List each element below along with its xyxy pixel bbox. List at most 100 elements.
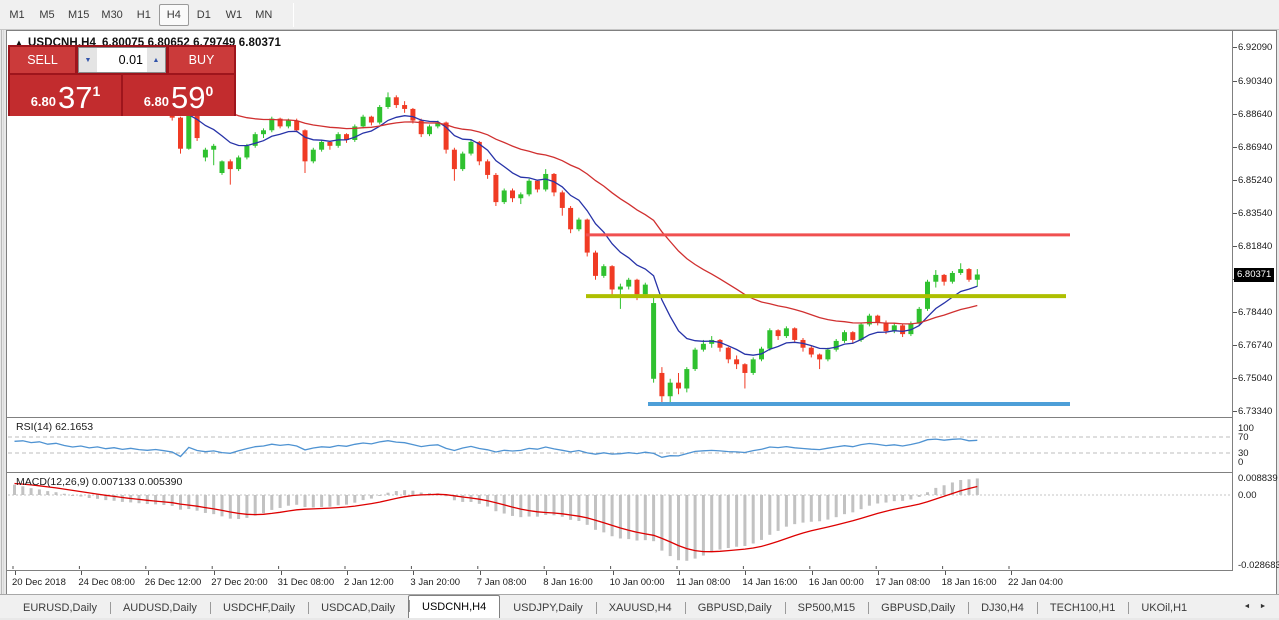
price-tick [1233,81,1237,82]
window-grip [1,30,4,594]
bid-price-prefix: 6.80 [31,94,56,109]
time-tick-label: 7 Jan 08:00 [477,577,527,588]
time-tick [945,571,946,575]
timeframe-button-m15[interactable]: M15 [62,4,95,26]
time-tick-label: 24 Dec 08:00 [78,577,135,588]
tab-usdcnh-h4[interactable]: USDCNH,H4 [408,595,500,618]
time-tick [148,571,149,575]
time-tick [347,571,348,575]
price-tick-label: 6.86940 [1238,142,1272,153]
time-tick-label: 18 Jan 16:00 [942,577,997,588]
time-tick [679,571,680,575]
time-tick-label: 8 Jan 16:00 [543,577,593,588]
tab-tech100-h1[interactable]: TECH100,H1 [1037,598,1128,618]
chart-window: ▲USDCNH,H46.80075 6.80652 6.79749 6.8037… [6,30,1277,594]
time-tick [81,571,82,575]
volume-decrease-icon[interactable]: ▼ [79,48,97,72]
macd-level-label: -0.028683 [1238,560,1279,571]
price-tick-label: 6.75040 [1238,373,1272,384]
timeframe-button-d1[interactable]: D1 [189,4,219,26]
tab-scroll-arrows: ◄► [1239,595,1279,618]
price-tick [1233,180,1237,181]
tab-eurusd-daily[interactable]: EURUSD,Daily [10,598,110,618]
tab-audusd-daily[interactable]: AUDUSD,Daily [110,598,210,618]
toolbar-separator [293,3,294,27]
macd-label: MACD(12,26,9) 0.007133 0.005390 [16,476,182,488]
volume-input[interactable] [97,48,147,72]
tab-scroll-right-icon[interactable]: ► [1255,599,1271,615]
tab-usdcad-daily[interactable]: USDCAD,Daily [308,598,408,618]
ask-quote-tile[interactable]: 6.80 59 0 [123,75,234,116]
time-tick [546,571,547,575]
price-tick [1233,378,1237,379]
price-tick-label: 6.90340 [1238,76,1272,87]
tab-usdchf-daily[interactable]: USDCHF,Daily [210,598,308,618]
rsi-chart-canvas[interactable] [8,419,1232,471]
tab-gbpusd-daily[interactable]: GBPUSD,Daily [868,598,968,618]
price-tick [1233,147,1237,148]
ask-price-prefix: 6.80 [144,94,169,109]
time-tick-label: 10 Jan 00:00 [610,577,665,588]
time-tick-label: 27 Dec 20:00 [211,577,268,588]
price-tick [1233,411,1237,412]
macd-chart-canvas[interactable] [8,474,1232,569]
price-tick-label: 6.88640 [1238,109,1272,120]
timeframe-button-m30[interactable]: M30 [95,4,128,26]
time-tick-label: 26 Dec 12:00 [145,577,202,588]
time-tick [745,571,746,575]
price-tick-label: 6.81840 [1238,241,1272,252]
time-tick-label: 17 Jan 08:00 [875,577,930,588]
time-tick [878,571,879,575]
rsi-label: RSI(14) 62.1653 [16,421,93,433]
time-tick-label: 11 Jan 08:00 [676,577,730,588]
volume-increase-icon[interactable]: ▲ [147,48,165,72]
time-tick-label: 16 Jan 00:00 [809,577,864,588]
panel-divider[interactable] [7,472,1276,473]
tab-xauusd-h4[interactable]: XAUUSD,H4 [596,598,685,618]
panel-divider[interactable] [7,417,1276,418]
macd-level-label: 0.008839 [1238,473,1278,484]
bid-price-pip: 1 [93,83,101,99]
tab-gbpusd-daily[interactable]: GBPUSD,Daily [685,598,785,618]
price-axis[interactable]: 6.920906.903406.886406.869406.852406.835… [1233,31,1276,593]
bid-quote-tile[interactable]: 6.80 37 1 [10,75,121,116]
tab-sp500-m15[interactable]: SP500,M15 [785,598,868,618]
price-tick-label: 6.78440 [1238,307,1272,318]
ask-price-big: 59 [171,83,205,113]
tab-scroll-left-icon[interactable]: ◄ [1239,599,1255,615]
timeframe-button-mn[interactable]: MN [249,4,279,26]
time-tick [480,571,481,575]
price-tick [1233,213,1237,214]
time-tick-label: 14 Jan 16:00 [742,577,797,588]
price-tick-label: 6.76740 [1238,340,1272,351]
price-tick-label: 6.83540 [1238,208,1272,219]
timeframe-button-w1[interactable]: W1 [219,4,249,26]
macd-level-label: 0.00 [1238,490,1257,501]
one-click-trade-panel: SELL ▼ ▲ BUY 6.80 37 1 6.80 59 0 [8,45,236,116]
timeframe-button-m1[interactable]: M1 [2,4,32,26]
sell-button[interactable]: SELL [10,47,75,73]
rsi-level-label: 0 [1238,457,1243,468]
ask-price-pip: 0 [206,83,214,99]
tab-ukoil-h1[interactable]: UKOil,H1 [1128,598,1200,618]
timeframe-button-m5[interactable]: M5 [32,4,62,26]
price-tick [1233,312,1237,313]
price-tick-label: 6.73340 [1238,406,1272,417]
time-tick [613,571,614,575]
price-tick-label: 6.85240 [1238,175,1272,186]
symbol-tab-bar: EURUSD,DailyAUDUSD,DailyUSDCHF,DailyUSDC… [0,594,1279,618]
time-tick [1011,571,1012,575]
time-tick-label: 2 Jan 12:00 [344,577,394,588]
timeframe-button-h1[interactable]: H1 [129,4,159,26]
time-tick [281,571,282,575]
timeframe-button-h4[interactable]: H4 [159,4,189,26]
tab-dj30-h4[interactable]: DJ30,H4 [968,598,1037,618]
tab-usdjpy-daily[interactable]: USDJPY,Daily [500,598,596,618]
buy-button[interactable]: BUY [169,47,234,73]
time-tick-label: 20 Dec 2018 [12,577,66,588]
time-axis[interactable]: 20 Dec 2018 24 Dec 08:00 26 Dec 12:00 27 De… [7,571,1276,594]
current-price-tag: 6.80371 [1234,268,1274,282]
price-tick [1233,246,1237,247]
time-tick [15,571,16,575]
time-tick [413,571,414,575]
